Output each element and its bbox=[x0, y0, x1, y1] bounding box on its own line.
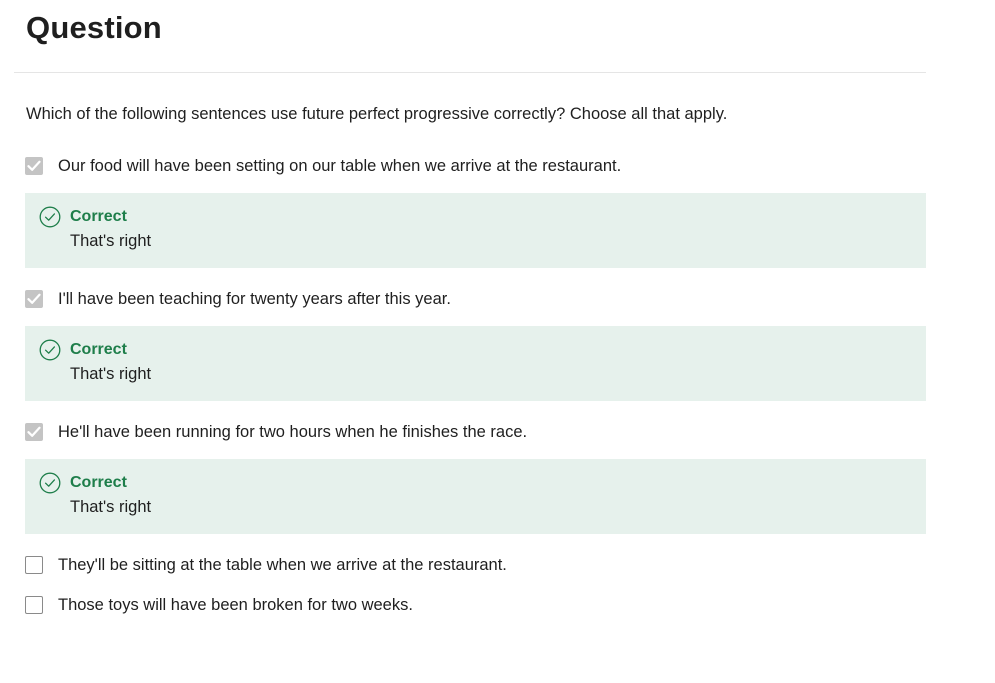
answer-option-3[interactable]: He'll have been running for two hours wh… bbox=[25, 418, 926, 446]
page-title: Question bbox=[26, 10, 162, 45]
checkbox-checked[interactable] bbox=[25, 290, 43, 308]
option-label: I'll have been teaching for twenty years… bbox=[58, 290, 451, 308]
answer-option-4[interactable]: They'll be sitting at the table when we … bbox=[25, 551, 926, 579]
feedback-panel: Correct That's right bbox=[25, 459, 926, 534]
feedback-status: Correct bbox=[70, 208, 127, 225]
feedback-message: That's right bbox=[70, 365, 152, 383]
answer-options: Our food will have been setting on our t… bbox=[25, 152, 926, 619]
feedback-status: Correct bbox=[70, 474, 127, 491]
feedback-message: That's right bbox=[70, 498, 152, 516]
answer-option-5[interactable]: Those toys will have been broken for two… bbox=[25, 591, 926, 619]
feedback-panel: Correct That's right bbox=[25, 326, 926, 401]
answer-option-1[interactable]: Our food will have been setting on our t… bbox=[25, 152, 926, 180]
check-circle-icon bbox=[39, 339, 61, 361]
checkbox-unchecked[interactable] bbox=[25, 596, 43, 614]
option-label: They'll be sitting at the table when we … bbox=[58, 556, 507, 574]
answer-option-2[interactable]: I'll have been teaching for twenty years… bbox=[25, 285, 926, 313]
option-label: Our food will have been setting on our t… bbox=[58, 157, 622, 175]
feedback-status: Correct bbox=[70, 341, 127, 358]
feedback-message: That's right bbox=[70, 232, 152, 250]
checkmark-icon bbox=[27, 426, 41, 437]
check-circle-icon bbox=[39, 206, 61, 228]
check-circle-icon bbox=[39, 472, 61, 494]
feedback-panel: Correct That's right bbox=[25, 193, 926, 268]
question-prompt: Which of the following sentences use fut… bbox=[26, 105, 728, 123]
checkbox-checked[interactable] bbox=[25, 423, 43, 441]
checkmark-icon bbox=[27, 160, 41, 171]
title-divider bbox=[14, 72, 926, 73]
option-label: He'll have been running for two hours wh… bbox=[58, 423, 528, 441]
checkbox-checked[interactable] bbox=[25, 157, 43, 175]
option-label: Those toys will have been broken for two… bbox=[58, 596, 413, 614]
checkbox-unchecked[interactable] bbox=[25, 556, 43, 574]
checkmark-icon bbox=[27, 293, 41, 304]
